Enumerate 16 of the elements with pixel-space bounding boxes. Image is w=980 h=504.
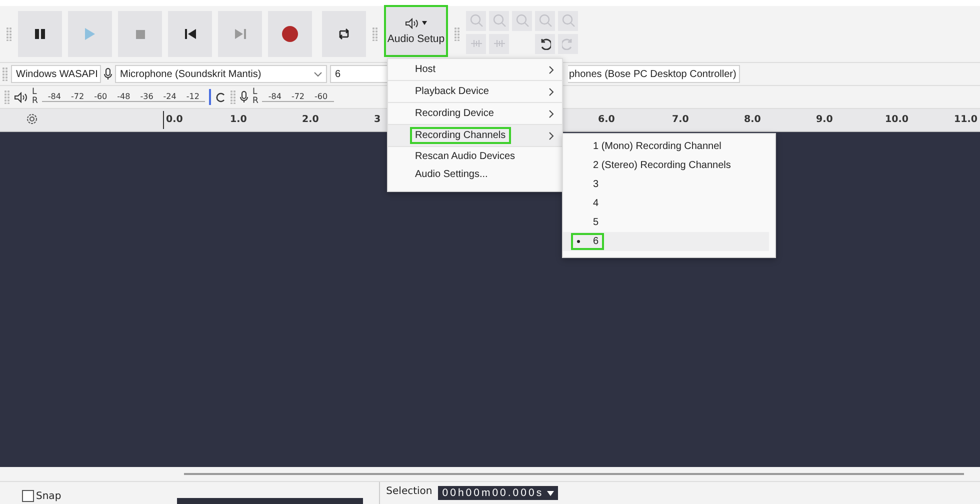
meter-channel-label: L <box>32 88 37 97</box>
snap-label: Snap <box>36 490 62 502</box>
ruler-label: 2.0 <box>302 114 319 125</box>
ruler-label: 3 <box>374 114 381 125</box>
meter-channel-label: L <box>252 88 258 97</box>
meter-channel-label: R <box>252 97 258 106</box>
ruler-label: 6.0 <box>598 114 615 125</box>
ruler-label: 0.0 <box>166 114 183 125</box>
selection-label: Selection <box>386 486 432 497</box>
ruler-label: 10.0 <box>885 114 908 125</box>
ruler-label: 8.0 <box>744 114 761 125</box>
meter-channel-label: R <box>32 97 38 106</box>
ruler-label: 7.0 <box>672 114 689 125</box>
ruler-label: 1.0 <box>230 114 247 125</box>
ruler-label: 11.0 <box>954 114 978 125</box>
ruler-label: 9.0 <box>816 114 833 125</box>
